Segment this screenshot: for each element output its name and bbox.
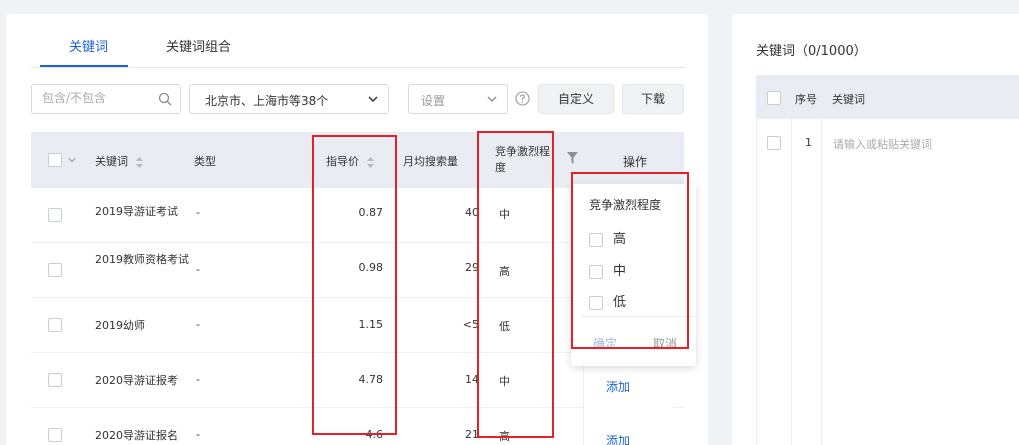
chevron-down-icon[interactable] — [68, 156, 76, 164]
column-divider — [821, 119, 822, 445]
filter-option-high[interactable]: 高 — [589, 228, 626, 247]
search-input[interactable] — [42, 91, 152, 105]
active-tab-indicator — [40, 65, 128, 67]
row-keyword: 2019导游证考试 — [95, 205, 178, 218]
tab-bar: 关键词 关键词组合 — [31, 32, 686, 68]
filter-option-checkbox[interactable] — [589, 264, 603, 279]
header-index: 序号 — [795, 93, 817, 106]
header-operation: 操作 — [623, 155, 648, 169]
header-type: 类型 — [194, 155, 216, 168]
header-price-label: 指导价 — [326, 155, 359, 168]
search-icon[interactable] — [158, 92, 172, 106]
row-keyword: 2020导游证报名 — [95, 429, 178, 442]
row-type: - — [196, 206, 200, 219]
add-button[interactable]: 添加 — [606, 378, 630, 395]
row-keyword: 2019幼师 — [95, 319, 145, 332]
select-all-checkbox[interactable] — [767, 91, 781, 105]
filter-option-label: 低 — [613, 295, 627, 310]
region-select-value: 北京市、上海市等38个 — [205, 94, 329, 108]
filter-popup-divider — [581, 316, 696, 317]
row-competition: 高 — [499, 265, 510, 278]
header-competition: 竞争激烈程度 — [495, 145, 550, 174]
filter-option-checkbox[interactable] — [589, 295, 603, 310]
filter-option-checkbox[interactable] — [589, 232, 603, 247]
header-keyword[interactable]: 关键词 — [95, 153, 143, 169]
row-price: 4.78 — [358, 373, 384, 386]
filter-option-label: 中 — [613, 264, 627, 279]
sort-icon[interactable] — [135, 156, 143, 168]
filter-option-low[interactable]: 低 — [589, 291, 626, 310]
row-checkbox[interactable] — [48, 263, 62, 277]
competition-filter-popup: 竞争激烈程度 高 中 低 确定 取消 — [571, 184, 696, 366]
chevron-down-icon — [487, 96, 497, 102]
sort-icon[interactable] — [366, 156, 374, 168]
table-header: 关键词 类型 指导价 月均搜索量 竞争激烈程度 操作 — [31, 132, 684, 188]
header-keyword: 关键词 — [832, 93, 865, 106]
row-competition: 低 — [499, 320, 510, 333]
setting-select[interactable]: 设置 — [408, 84, 508, 114]
tab-keywords[interactable]: 关键词 — [69, 36, 108, 55]
row-price: 0.98 — [358, 261, 384, 274]
row-competition: 中 — [499, 375, 510, 388]
region-select[interactable]: 北京市、上海市等38个 — [189, 84, 389, 114]
filter-option-medium[interactable]: 中 — [589, 260, 626, 279]
keyword-panel: 关键词 关键词组合 北京市、上海市等38个 设置 自定义 下载 — [6, 14, 708, 445]
row-volume: 21 — [465, 428, 479, 441]
header-volume: 月均搜索量 — [403, 155, 458, 168]
row-price: 1.15 — [358, 318, 384, 331]
row-volume: 40 — [465, 206, 479, 219]
selected-keywords-header: 序号 关键词 — [756, 75, 1019, 119]
row-type: - — [196, 373, 200, 386]
keyword-paste-input[interactable]: 请输入或粘贴关键词 — [833, 136, 932, 152]
row-volume: <5 — [462, 318, 479, 331]
column-divider — [791, 119, 792, 445]
select-all-checkbox[interactable] — [48, 153, 62, 167]
row-keyword: 2019教师资格考试 — [95, 253, 189, 266]
row-type: - — [196, 428, 200, 441]
row-competition: 高 — [499, 430, 510, 443]
filter-popup-title: 竞争激烈程度 — [589, 198, 662, 212]
row-volume: 14 — [465, 373, 479, 386]
help-icon[interactable] — [515, 91, 530, 106]
row-checkbox[interactable] — [767, 136, 781, 150]
row-price: 0.87 — [358, 206, 384, 219]
setting-select-placeholder: 设置 — [421, 94, 446, 108]
keyword-input-row: 1 请输入或粘贴关键词 — [756, 119, 1019, 445]
header-keyword-label: 关键词 — [95, 155, 128, 168]
row-checkbox[interactable] — [48, 428, 62, 442]
row-price: 4.6 — [365, 428, 384, 441]
search-field[interactable] — [31, 84, 181, 114]
selected-keywords-title: 关键词（0/1000） — [756, 44, 867, 59]
row-competition: 中 — [499, 208, 510, 221]
row-volume: 29 — [465, 261, 479, 274]
row-checkbox[interactable] — [48, 318, 62, 332]
filter-icon[interactable] — [567, 152, 578, 164]
row-checkbox[interactable] — [48, 373, 62, 387]
download-button[interactable]: 下载 — [622, 84, 684, 114]
header-price[interactable]: 指导价 — [326, 153, 374, 169]
row-type: - — [196, 263, 200, 276]
row-index: 1 — [805, 136, 812, 149]
chevron-down-icon — [368, 96, 378, 103]
row-keyword: 2020导游证报考 — [95, 374, 178, 387]
add-button[interactable]: 添加 — [606, 432, 630, 445]
tab-keyword-combos[interactable]: 关键词组合 — [166, 36, 231, 55]
filter-option-label: 高 — [613, 232, 627, 247]
selected-keywords-panel: 关键词（0/1000） 序号 关键词 1 请输入或粘贴关键词 — [732, 14, 1019, 445]
custom-button[interactable]: 自定义 — [538, 84, 614, 114]
row-type: - — [196, 318, 200, 331]
row-checkbox[interactable] — [48, 208, 62, 222]
filter-cancel-button[interactable]: 取消 — [653, 335, 677, 352]
filter-confirm-button[interactable]: 确定 — [593, 335, 617, 352]
